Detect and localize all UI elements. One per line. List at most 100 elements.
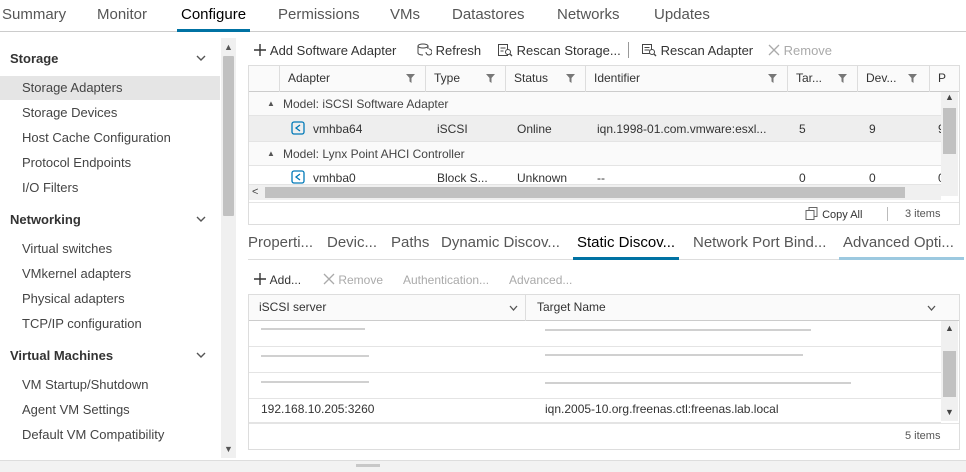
table-row[interactable]: 192.168.10.205:3260 iqn.2005-10.org.free… [249,397,941,423]
sidebar-item-vmkernel-adapters[interactable]: VMkernel adapters [0,262,220,286]
scroll-up-icon[interactable]: ▲ [941,92,958,102]
column-type-label: Type [434,71,461,85]
column-target-name[interactable]: Target Name [527,295,927,321]
section-storage-title[interactable]: Storage [10,51,58,66]
table-row[interactable] [249,373,941,399]
rescan-adapter-button[interactable]: Rescan Adapter [641,42,753,60]
bottom-panel-splitter[interactable] [0,460,966,472]
chevron-down-icon[interactable] [196,350,206,360]
refresh-button[interactable]: Refresh [416,42,481,60]
column-iscsi-server[interactable]: iSCSI server [249,295,525,321]
cell-devices: 9 [869,122,876,136]
rescan-storage-button[interactable]: Rescan Storage... [497,42,621,60]
obscured-text [545,329,811,331]
tab-advanced-options[interactable]: Advanced Opti... [839,234,964,260]
cell-targets: 0 [799,171,806,185]
sidebar-item-io-filters[interactable]: I/O Filters [0,176,220,200]
tab-dynamic-discovery[interactable]: Dynamic Discov... [441,234,560,251]
advanced-button[interactable]: Advanced... [509,272,572,288]
remove-button[interactable]: Remove [768,42,832,60]
grid-vertical-scrollbar[interactable]: ▲ ▼ [941,321,958,421]
filter-icon[interactable] [406,74,415,83]
tab-summary[interactable]: Summary [2,6,66,23]
tab-updates[interactable]: Updates [654,6,710,23]
tab-monitor[interactable]: Monitor [97,6,147,23]
scroll-up-icon[interactable]: ▲ [941,323,958,333]
grid-header-spacer [249,66,279,92]
sidebar-item-storage-devices[interactable]: Storage Devices [0,101,220,125]
column-adapter-label: Adapter [288,71,331,85]
scrollbar-thumb[interactable] [943,351,956,397]
scrollbar-thumb[interactable] [223,56,234,216]
add-software-adapter-button[interactable]: Add Software Adapter [253,42,396,60]
tab-datastores[interactable]: Datastores [452,6,525,23]
close-icon [768,44,780,56]
sidebar-item-physical-adapters[interactable]: Physical adapters [0,287,220,311]
filter-icon[interactable] [908,74,917,83]
chevron-down-icon[interactable] [196,53,206,63]
splitter-grip[interactable] [356,464,380,467]
scroll-left-icon[interactable]: < [252,185,258,200]
tab-configure[interactable]: Configure [176,6,251,32]
tab-properties[interactable]: Properti... [248,234,313,251]
sidebar-item-storage-adapters[interactable]: Storage Adapters [0,76,220,100]
chevron-down-icon[interactable] [509,304,518,312]
remove-target-button[interactable]: Remove [323,272,383,288]
sidebar-item-agent-vm-settings[interactable]: Agent VM Settings [0,398,220,422]
tab-paths[interactable]: Paths [391,234,429,251]
group-label: Model: iSCSI Software Adapter [283,97,449,111]
collapse-triangle-icon[interactable]: ▲ [267,142,275,166]
filter-icon[interactable] [486,74,495,83]
grid-vertical-scrollbar[interactable]: ▲ [941,92,958,196]
section-networking-title[interactable]: Networking [10,212,81,227]
table-row[interactable] [249,321,941,347]
rescan-adapter-icon [642,44,657,57]
tab-network-port-binding[interactable]: Network Port Bind... [693,234,826,251]
group-row-iscsi-software-adapter[interactable]: ▲ Model: iSCSI Software Adapter [249,92,941,116]
copy-all-button[interactable]: Copy All [805,207,862,221]
scroll-up-icon[interactable]: ▲ [221,40,236,54]
scroll-down-icon[interactable]: ▼ [221,442,236,456]
sidebar-item-vm-startup-shutdown[interactable]: VM Startup/Shutdown [0,373,220,397]
footer-divider [887,207,888,221]
sidebar-item-host-cache[interactable]: Host Cache Configuration [0,126,220,150]
cell-iscsi-server: 192.168.10.205:3260 [261,402,375,416]
plus-icon [254,273,266,285]
table-row[interactable]: vmhba0 Block S... Unknown -- 0 0 0 [249,166,941,185]
group-row-lynx-point-ahci[interactable]: ▲ Model: Lynx Point AHCI Controller [249,142,941,166]
chevron-down-icon[interactable] [196,214,206,224]
cell-devices: 0 [869,171,876,185]
column-identifier[interactable]: Identifier [585,66,787,92]
scrollbar-thumb[interactable] [943,108,956,154]
authentication-button[interactable]: Authentication... [403,272,489,288]
sidebar-item-protocol-endpoints[interactable]: Protocol Endpoints [0,151,220,175]
sidebar-item-virtual-switches[interactable]: Virtual switches [0,237,220,261]
table-row[interactable]: vmhba64 iSCSI Online iqn.1998-01.com.vmw… [249,116,942,142]
tab-static-discovery[interactable]: Static Discov... [572,234,680,260]
sidebar-item-tcpip-configuration[interactable]: TCP/IP configuration [0,312,220,336]
tab-networks[interactable]: Networks [557,6,620,23]
sidebar-scrollbar[interactable]: ▲ ▼ [221,38,236,458]
grid-header: Adapter Type Status Identifier Tar... De… [249,66,959,92]
column-divider [525,295,526,321]
filter-icon[interactable] [566,74,575,83]
column-adapter[interactable]: Adapter [279,66,425,92]
collapse-triangle-icon[interactable]: ▲ [267,92,275,116]
column-devices[interactable]: Dev... [857,66,929,92]
chevron-down-icon[interactable] [927,304,936,312]
section-virtual-machines-title[interactable]: Virtual Machines [10,348,113,363]
scrollbar-thumb[interactable] [265,187,905,198]
grid-horizontal-scrollbar[interactable]: < [249,185,941,200]
tab-devices[interactable]: Devic... [327,234,377,251]
tab-vms[interactable]: VMs [390,6,420,23]
filter-icon[interactable] [768,74,777,83]
sidebar-item-default-vm-compatibility[interactable]: Default VM Compatibility [0,423,220,447]
add-target-button[interactable]: Add... [253,272,301,288]
scroll-down-icon[interactable]: ▼ [941,407,958,417]
column-devices-label: Dev... [866,71,897,85]
table-row[interactable] [249,347,941,373]
column-paths[interactable]: P [929,66,959,92]
filter-icon[interactable] [838,74,847,83]
obscured-text [545,354,803,356]
tab-permissions[interactable]: Permissions [278,6,360,23]
